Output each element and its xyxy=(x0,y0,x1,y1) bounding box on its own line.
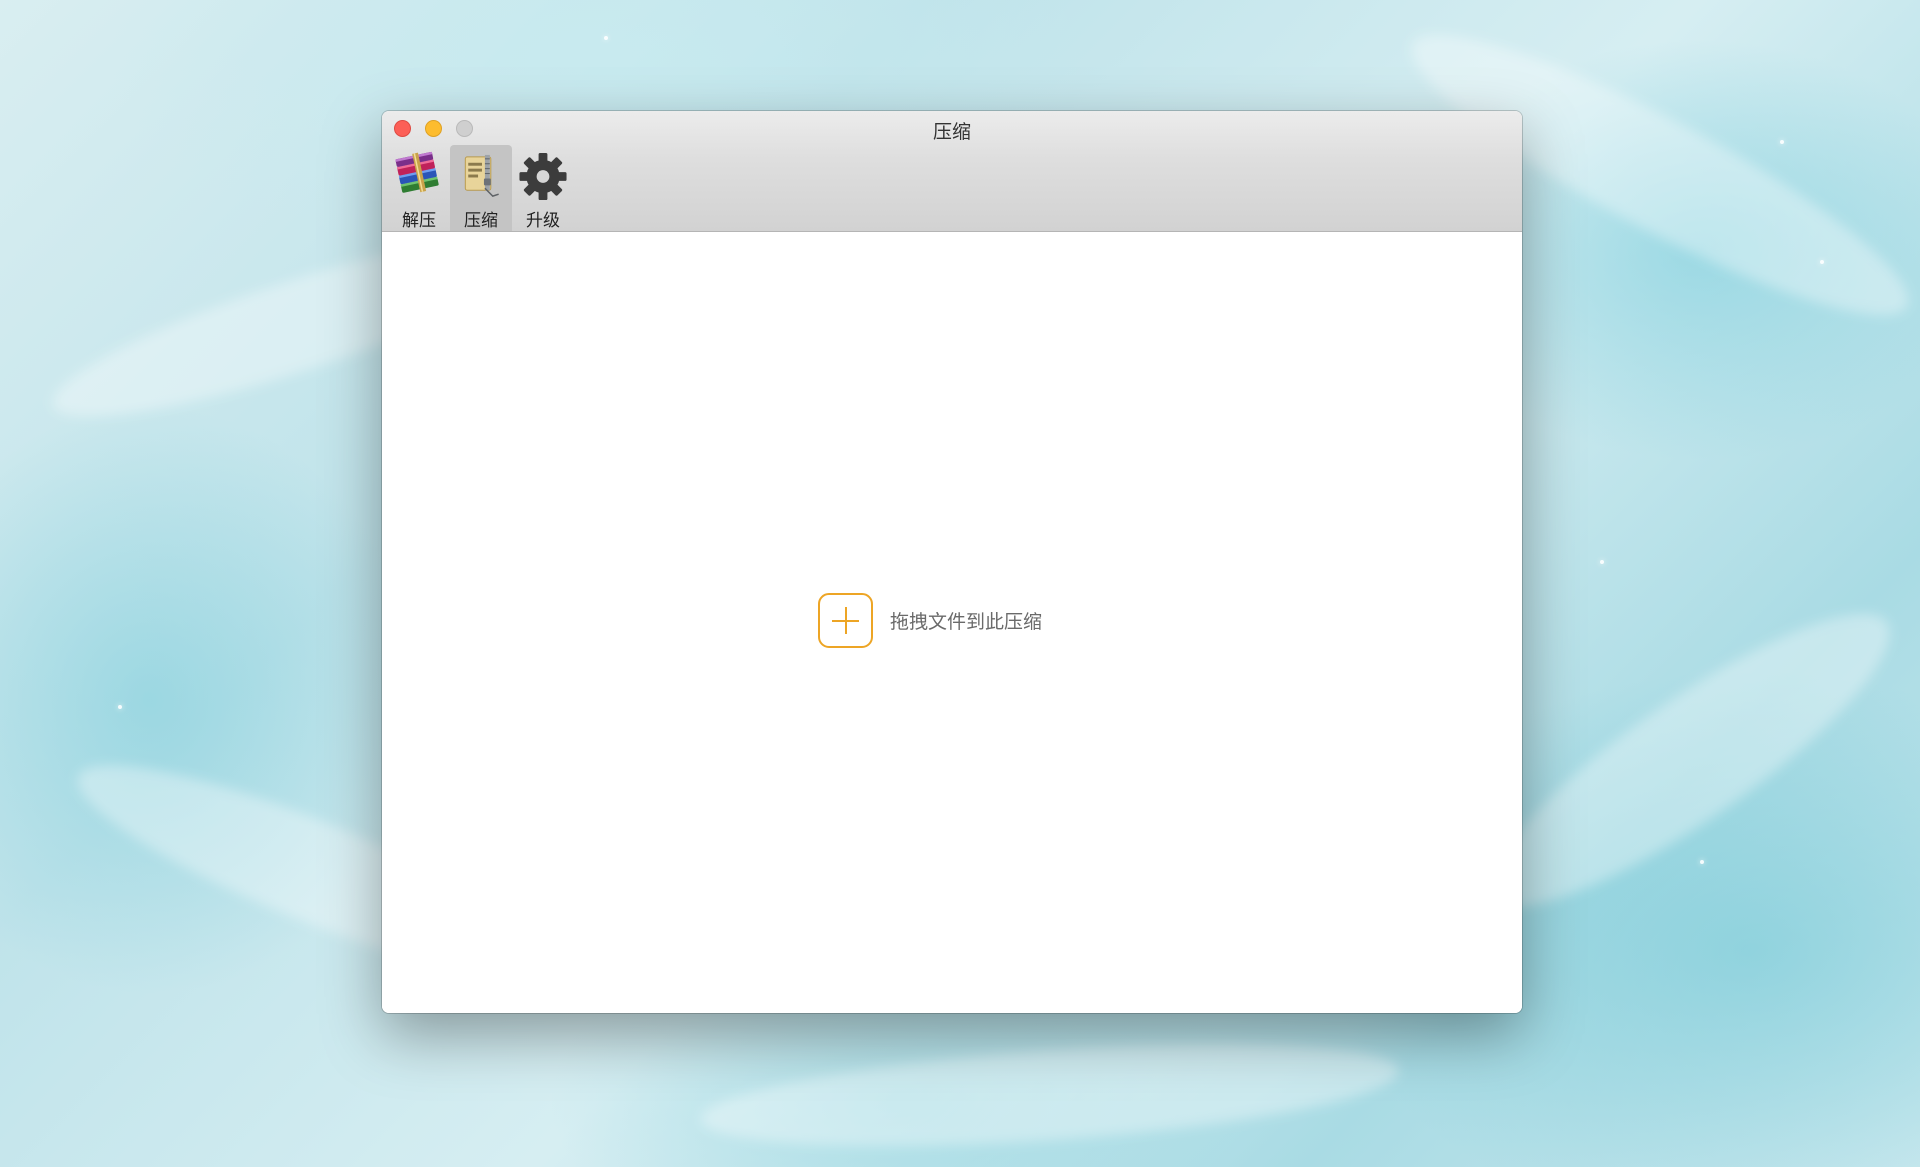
dropzone-hint: 拖拽文件到此压缩 xyxy=(890,611,1043,633)
feather-decoration xyxy=(697,1025,1403,1165)
window-title: 压缩 xyxy=(932,121,971,143)
app-window: 压缩 解压 压缩 升级 拖拽文件到此压缩 xyxy=(382,111,1522,1013)
toolbar-item-compress[interactable]: 压缩 xyxy=(450,145,512,231)
zipper-file-icon xyxy=(464,154,499,197)
sparkle-decoration xyxy=(604,36,608,40)
plus-icon[interactable] xyxy=(818,593,873,648)
toolbar: 解压 压缩 升级 xyxy=(388,145,574,231)
drop-area[interactable]: 拖拽文件到此压缩 xyxy=(382,232,1522,1013)
title-bar: 压缩 解压 压缩 升级 xyxy=(382,111,1522,232)
desktop-background: 压缩 解压 压缩 升级 拖拽文件到此压缩 xyxy=(0,0,1920,1167)
sparkle-decoration xyxy=(1780,140,1784,144)
gear-icon xyxy=(519,152,567,201)
sparkle-decoration xyxy=(1700,860,1704,864)
sparkle-decoration xyxy=(1600,560,1604,564)
toolbar-item-extract[interactable]: 解压 xyxy=(388,145,450,231)
toolbar-item-label: 升级 xyxy=(526,211,560,231)
books-archive-icon xyxy=(395,151,439,193)
sparkle-decoration xyxy=(1820,260,1824,264)
toolbar-item-upgrade[interactable]: 升级 xyxy=(512,145,574,231)
feather-decoration xyxy=(1458,573,1920,947)
sparkle-decoration xyxy=(118,705,122,709)
dropzone[interactable]: 拖拽文件到此压缩 xyxy=(818,593,1042,648)
toolbar-item-label: 压缩 xyxy=(464,211,498,231)
toolbar-item-label: 解压 xyxy=(402,211,436,231)
